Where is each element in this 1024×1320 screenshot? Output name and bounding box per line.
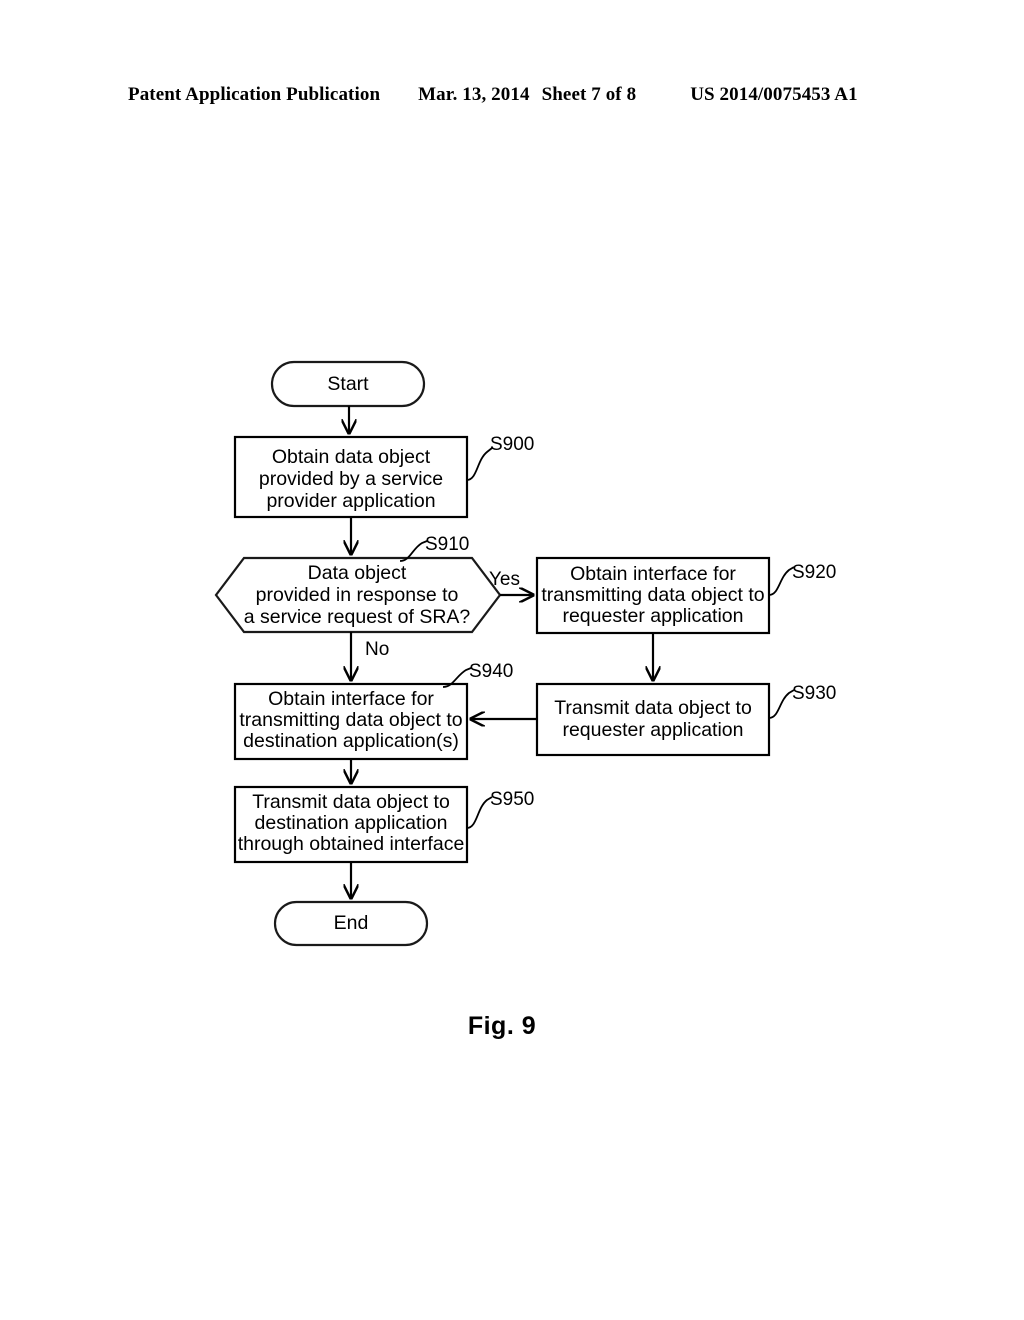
ref-label-s950: S950	[490, 789, 534, 810]
node-s930-line-1: Transmit data object to	[554, 697, 752, 719]
node-s900-line-3: provider application	[266, 490, 435, 512]
figure-caption-text: Fig. 9	[467, 1012, 537, 1040]
node-s940-line-3: destination application(s)	[243, 730, 459, 752]
figure-9-flowchart: Start Obtain data object provided by a s…	[0, 0, 1024, 1320]
node-end-label: End	[334, 912, 369, 934]
branch-label-yes: Yes	[489, 569, 520, 590]
node-s920-line-2: transmitting data object to	[541, 584, 764, 606]
node-s920-line-1: Obtain interface for	[570, 563, 736, 585]
ref-label-s940: S940	[469, 661, 513, 682]
leader-s950: S950	[466, 789, 534, 829]
ref-label-s920: S920	[792, 562, 836, 583]
branch-label-no: No	[365, 639, 389, 660]
node-start: Start	[270, 360, 426, 408]
patent-page: Patent Application Publication Mar. 13, …	[0, 0, 1024, 1320]
node-s950: Transmit data object to destination appl…	[233, 785, 469, 864]
node-s950-line-3: through obtained interface	[238, 833, 465, 855]
node-s940-line-2: transmitting data object to	[239, 709, 462, 731]
figure-caption: Fig. 9	[0, 1012, 1024, 1041]
node-s910-line-2: provided in response to	[256, 584, 459, 606]
node-s920: Obtain interface for transmitting data o…	[535, 556, 771, 635]
node-s930: Transmit data object to requester applic…	[535, 682, 771, 757]
node-s940: Obtain interface for transmitting data o…	[233, 682, 469, 761]
ref-label-s910: S910	[425, 534, 469, 555]
node-s910-line-3: a service request of SRA?	[244, 606, 471, 628]
node-start-label: Start	[327, 373, 369, 395]
ref-label-s930: S930	[792, 683, 836, 704]
node-s900: Obtain data object provided by a service…	[233, 435, 469, 519]
node-s930-line-2: requester application	[562, 719, 743, 741]
node-s950-line-1: Transmit data object to	[252, 791, 450, 813]
ref-label-s900: S900	[490, 434, 534, 455]
node-s920-line-3: requester application	[562, 605, 743, 627]
leader-s930: S930	[768, 683, 836, 719]
node-s910-line-1: Data object	[308, 562, 407, 584]
node-end: End	[273, 900, 429, 947]
leader-s920: S920	[768, 562, 836, 596]
node-s950-line-2: destination application	[255, 812, 448, 834]
leader-s900: S900	[466, 434, 534, 481]
node-s910-decision: Data object provided in response to a se…	[214, 556, 502, 634]
node-s900-line-1: Obtain data object	[272, 446, 431, 468]
node-s900-line-2: provided by a service	[259, 468, 443, 490]
node-s940-line-1: Obtain interface for	[268, 688, 434, 710]
